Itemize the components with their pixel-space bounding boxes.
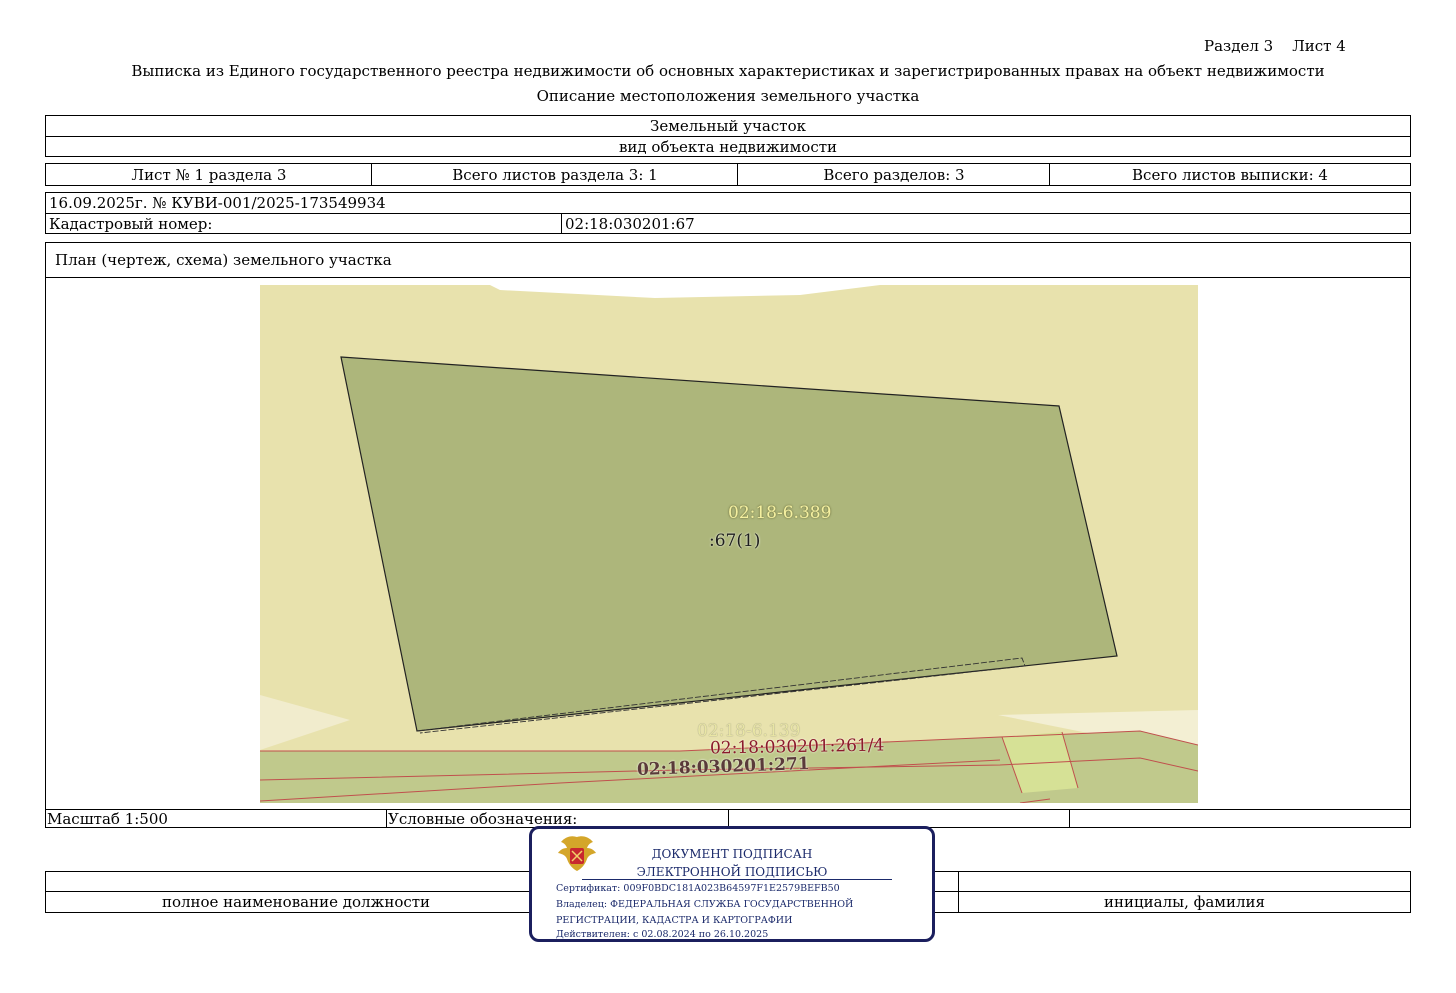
stamp-line-1: ДОКУМЕНТ ПОДПИСАН [651, 847, 813, 861]
plan-title: План (чертеж, схема) земельного участка [55, 251, 392, 269]
stamp-line-2: ЭЛЕКТРОННОЙ ПОДПИСЬЮ [636, 865, 828, 879]
document-subtitle: Описание местоположения земельного участ… [536, 87, 920, 105]
cadastral-value: 02:18:030201:67 [565, 214, 695, 233]
total-sheets-section: Всего листов раздела 3: 1 [452, 165, 658, 184]
sheet-number: Лист № 1 раздела 3 [131, 165, 287, 184]
info-box: 16.09.2025г. № КУВИ-001/2025-173549934 К… [45, 192, 1411, 234]
section-sheet-label: Раздел 3 Лист 4 [1204, 37, 1346, 55]
position-caption: полное наименование должности [161, 893, 431, 911]
document-title: Выписка из Единого государственного реес… [131, 62, 1325, 80]
total-sheets: Всего листов выписки: 4 [1132, 165, 1328, 184]
date-number: 16.09.2025г. № КУВИ-001/2025-173549934 [49, 194, 386, 212]
parcel-label: :67(1) [709, 531, 761, 551]
cadastral-map[interactable]: 02:18-6.389 :67(1) 02:18-6.139 02:18:030… [260, 285, 1198, 803]
initials-caption: инициалы, фамилия [1104, 893, 1265, 911]
total-sections: Всего разделов: 3 [823, 165, 965, 184]
cadastral-label: Кадастровый номер: [49, 214, 213, 233]
sheets-row: Лист № 1 раздела 3 Всего листов раздела … [45, 163, 1411, 186]
stamp-owner-2: РЕГИСТРАЦИИ, КАДАСТРА И КАРТОГРАФИИ [556, 915, 793, 926]
stamp-certificate: Сертификат: 009F0BDC181A023B64597F1E2579… [556, 883, 840, 894]
zone-label-top: 02:18-6.389 [728, 503, 832, 523]
object-type-box: Земельный участок вид объекта недвижимос… [45, 115, 1411, 157]
object-type-caption: вид объекта недвижимости [618, 137, 838, 156]
e-signature-stamp: ДОКУМЕНТ ПОДПИСАН ЭЛЕКТРОННОЙ ПОДПИСЬЮ С… [529, 826, 935, 942]
object-type-value: Земельный участок [650, 117, 806, 135]
stamp-valid: Действителен: с 02.08.2024 по 26.10.2025 [556, 929, 769, 940]
legend-label: Условные обозначения: [388, 809, 578, 828]
stamp-owner-1: Владелец: ФЕДЕРАЛЬНАЯ СЛУЖБА ГОСУДАРСТВЕ… [556, 899, 854, 910]
scale-label: Масштаб 1:500 [47, 809, 168, 828]
